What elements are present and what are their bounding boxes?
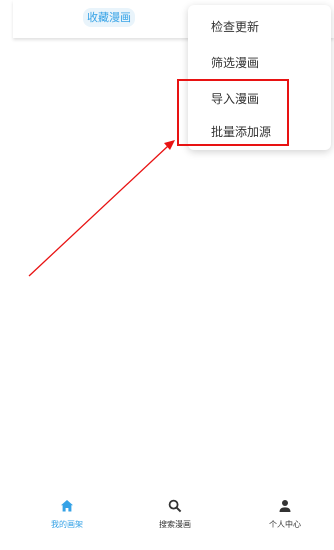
tab-favorites[interactable]: 收藏漫画 (83, 8, 135, 27)
home-icon (27, 499, 107, 517)
person-icon (245, 499, 325, 517)
nav-item-search[interactable]: 搜索漫画 (135, 499, 215, 531)
nav-item-bookshelf[interactable]: 我的画架 (27, 499, 107, 531)
menu-item-batch-add-sources[interactable]: 批量添加源 (211, 125, 271, 139)
nav-label-profile: 个人中心 (269, 520, 301, 529)
overflow-menu: 检查更新 筛选漫画 导入漫画 批量添加源 (188, 5, 331, 150)
menu-item-import-comics[interactable]: 导入漫画 (211, 92, 259, 106)
search-icon (135, 499, 215, 517)
nav-label-search: 搜索漫画 (159, 520, 191, 529)
menu-item-filter-comics[interactable]: 筛选漫画 (211, 56, 259, 70)
bottom-nav-bar: 我的画架 搜索漫画 个人中心 (0, 494, 334, 550)
nav-label-bookshelf: 我的画架 (51, 520, 83, 529)
nav-item-profile[interactable]: 个人中心 (245, 499, 325, 531)
menu-item-check-updates[interactable]: 检查更新 (211, 20, 259, 34)
